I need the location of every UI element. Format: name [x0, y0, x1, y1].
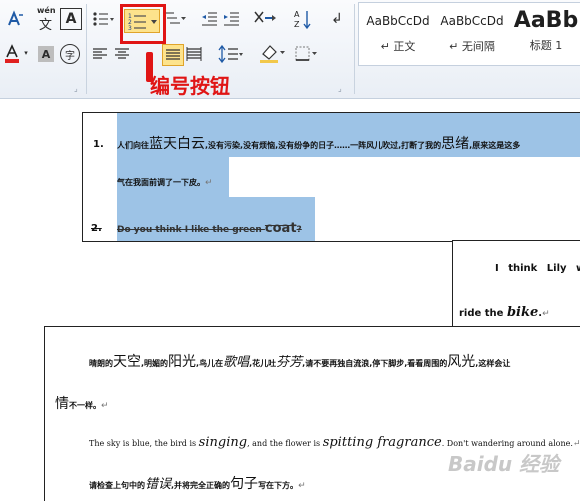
character-border-button[interactable]: A: [60, 8, 82, 30]
group-divider: [86, 4, 87, 94]
text-run: ,花儿吐: [249, 359, 277, 368]
text-run: Do you think I like the green: [117, 225, 265, 235]
list-item-1-line-1[interactable]: 人们向往蓝天白云,没有污染,没有烦恼,没有纷争的日子……一阵风儿吹过,打断了我的…: [117, 133, 520, 153]
style-no-spacing[interactable]: AaBbCcDd ↵ 无间隔: [436, 6, 508, 56]
text-run: 错误: [145, 477, 172, 492]
paragraph-group-launcher-icon[interactable]: ⌟: [338, 84, 342, 93]
text-run: ,并将完全正确的: [171, 481, 231, 490]
list-number: 2.: [91, 223, 102, 234]
paragraph-line-1[interactable]: 晴朗的天空,明媚的阳光,鸟儿在歌唱,花儿吐芬芳,请不要再独自流浪,停下脚步,看看…: [89, 351, 510, 371]
text-run: 阳光: [168, 354, 197, 370]
text-run: The sky is blue, the bird is: [89, 439, 199, 448]
text-run: 思绪: [441, 136, 470, 152]
text-run: , and the flower is: [247, 439, 323, 448]
text-run: ,请不要再独自流浪,停下脚步,看看周围的: [302, 359, 448, 368]
text-run: 气在我面前调了一下皮。: [117, 178, 205, 187]
increase-indent-icon[interactable]: [222, 10, 240, 28]
font-color-button[interactable]: [4, 44, 20, 64]
line-spacing-icon[interactable]: [218, 44, 244, 64]
paragraph-mark: ↵: [298, 481, 306, 491]
svg-text:A: A: [294, 10, 300, 19]
text-run: 请检查上句中的: [89, 481, 145, 490]
paragraph-mark: ↵: [205, 178, 213, 188]
ribbon-toolbar: wén 文 A ▾ A 字 ⌟ 123 AZ ↲ ⌟ AaBbCcDd ↵ 正文…: [0, 0, 580, 99]
text-run: 芬芳: [276, 355, 303, 370]
align-left-icon[interactable]: [92, 46, 108, 62]
text-run: 写在下方。: [258, 481, 299, 490]
list-number: 1.: [93, 139, 104, 150]
chinese-layout-icon[interactable]: [252, 8, 278, 28]
text-run: ride the: [459, 308, 507, 319]
show-hide-marks-icon[interactable]: ↲: [328, 8, 346, 30]
list-item-2[interactable]: Do you think I like the green coat?: [117, 221, 302, 236]
text-run: ?: [296, 225, 302, 235]
style-normal[interactable]: AaBbCcDd ↵ 正文: [362, 6, 434, 56]
grow-shrink-font-icon[interactable]: [4, 8, 26, 30]
document-page-2: I think Lily wa ride the bike.↵: [452, 240, 580, 330]
decrease-indent-icon[interactable]: [200, 10, 218, 28]
text-run: 人们向往: [117, 141, 149, 150]
text-run: 情: [55, 396, 69, 412]
character-border-label: A: [65, 11, 77, 27]
text-run: ,这样会让: [475, 359, 511, 368]
text-run: 蓝天白云: [149, 136, 205, 152]
style-no-spacing-sample: AaBbCcDd: [440, 14, 504, 28]
sentence-line[interactable]: ride the bike.↵: [459, 305, 550, 320]
text-run: ,明媚的: [141, 359, 169, 368]
justify-icon[interactable]: [162, 44, 184, 66]
text-run: ,鸟儿在: [196, 359, 224, 368]
font-group-launcher-icon[interactable]: ⌟: [74, 84, 78, 93]
watermark: Baidu 经验: [448, 452, 560, 476]
phonetic-guide-button[interactable]: wén 文: [34, 6, 58, 33]
paragraph-mark: ↵: [101, 401, 109, 411]
font-color-dropdown-icon[interactable]: ▾: [22, 48, 30, 58]
text-run: spitting fragrance: [322, 435, 442, 450]
style-normal-label: ↵ 正文: [380, 40, 416, 53]
text-run: 风光: [447, 354, 476, 370]
enclose-characters-button[interactable]: 字: [60, 44, 80, 64]
text-run: ,原来这是这多: [469, 141, 521, 150]
group-divider: [354, 4, 355, 94]
text-run: bike: [506, 305, 539, 320]
align-center-icon[interactable]: [114, 46, 130, 62]
text-run: 晴朗的: [89, 359, 113, 368]
borders-icon[interactable]: [294, 44, 318, 64]
wen-character-icon: 文: [39, 18, 53, 33]
style-no-spacing-label: ↵ 无间隔: [449, 40, 495, 53]
text-run: ,没有污染,没有烦恼,没有纷争的日子……一阵风儿吹过,打断了我的: [205, 141, 442, 150]
document-page-1: 1. 人们向往蓝天白云,没有污染,没有烦恼,没有纷争的日子……一阵风儿吹过,打断…: [82, 112, 580, 242]
text-run: coat: [264, 221, 297, 236]
text-run: 句子: [230, 476, 259, 492]
text-run: 天空: [113, 354, 141, 370]
paragraph-line-4[interactable]: 请检查上句中的错误,并将完全正确的句子写在下方。↵: [89, 473, 306, 493]
numbering-highlight-box: [120, 4, 166, 44]
style-heading-1-sample: AaBb: [513, 8, 579, 33]
paragraph-mark: ↵: [572, 439, 580, 449]
text-run: . Don't wandering around alone.: [441, 439, 573, 448]
style-heading-1-label: 标题 1: [529, 39, 563, 52]
style-normal-sample: AaBbCcDd: [366, 14, 430, 28]
annotation-label: 编号按钮: [150, 74, 230, 98]
text-run: 歌唱: [223, 355, 250, 370]
sort-icon[interactable]: AZ: [294, 8, 312, 30]
shading-icon[interactable]: [258, 42, 286, 64]
paragraph-line-2[interactable]: 情不一样。↵: [55, 393, 109, 413]
list-item-1-line-2[interactable]: 气在我面前调了一下皮。↵: [117, 177, 213, 188]
style-heading-1[interactable]: AaBb 标题 1: [510, 6, 580, 56]
distributed-align-icon[interactable]: [186, 46, 202, 62]
text-run: 不一样。: [69, 401, 101, 410]
text-run: singing: [198, 435, 248, 450]
character-shading-button[interactable]: A: [38, 46, 54, 62]
bullets-button[interactable]: [92, 10, 114, 28]
sentence-line[interactable]: I think Lily wa: [495, 263, 580, 274]
svg-text:Z: Z: [294, 20, 300, 29]
paragraph-mark: ↵: [542, 309, 550, 319]
